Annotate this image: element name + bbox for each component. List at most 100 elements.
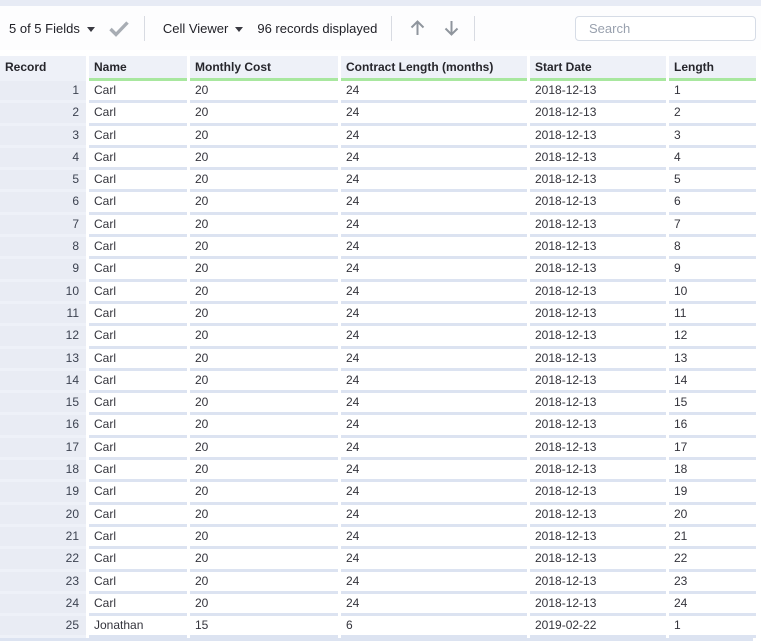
cell-viewer-dropdown[interactable]: Cell Viewer	[163, 21, 244, 36]
cell-monthly-cost[interactable]: 20	[190, 504, 338, 527]
cell-length[interactable]: 23	[669, 571, 756, 594]
cell-monthly-cost[interactable]: 20	[190, 593, 338, 617]
cell-name[interactable]: Carl	[89, 170, 187, 193]
cell-monthly-cost[interactable]: 15	[190, 616, 338, 639]
cell-start-date[interactable]: 2018-12-13	[530, 526, 666, 550]
column-header-length[interactable]: Length	[669, 56, 756, 81]
cell-start-date[interactable]: 2018-12-13	[530, 415, 666, 438]
cell-length[interactable]: 15	[669, 393, 756, 416]
column-header-record[interactable]: Record	[0, 56, 86, 81]
cell-monthly-cost[interactable]: 20	[190, 348, 338, 371]
scroll-up-button[interactable]	[409, 19, 426, 37]
cell-start-date[interactable]: 2018-12-13	[530, 326, 666, 349]
cell-monthly-cost[interactable]: 20	[190, 125, 338, 148]
cell-contract-length-months[interactable]: 24	[341, 281, 527, 304]
cell-contract-length-months[interactable]: 24	[341, 370, 527, 394]
cell-record[interactable]: 20	[0, 504, 86, 527]
cell-contract-length-months[interactable]: 6	[341, 616, 527, 639]
cell-monthly-cost[interactable]: 20	[190, 214, 338, 238]
cell-start-date[interactable]: 2018-12-13	[530, 348, 666, 371]
cell-length[interactable]: 7	[669, 214, 756, 238]
cell-monthly-cost[interactable]: 20	[190, 170, 338, 193]
cell-record[interactable]: 13	[0, 348, 86, 371]
cell-record[interactable]: 3	[0, 125, 86, 148]
cell-monthly-cost[interactable]: 20	[190, 526, 338, 550]
cell-length[interactable]: 12	[669, 326, 756, 349]
cell-monthly-cost[interactable]: 20	[190, 303, 338, 327]
search-box[interactable]	[575, 15, 761, 41]
cell-monthly-cost[interactable]: 20	[190, 81, 338, 104]
cell-monthly-cost[interactable]: 20	[190, 415, 338, 438]
cell-contract-length-months[interactable]: 24	[341, 103, 527, 126]
cell-length[interactable]: 18	[669, 460, 756, 483]
cell-contract-length-months[interactable]: 24	[341, 593, 527, 617]
cell-name[interactable]: Jonathan	[89, 616, 187, 639]
cell-contract-length-months[interactable]: 24	[341, 303, 527, 327]
cell-contract-length-months[interactable]: 24	[341, 81, 527, 104]
cell-start-date[interactable]: 2018-12-13	[530, 370, 666, 394]
cell-monthly-cost[interactable]: 20	[190, 549, 338, 572]
cell-start-date[interactable]: 2018-12-13	[530, 504, 666, 527]
cell-name[interactable]: Carl	[89, 437, 187, 461]
cell-contract-length-months[interactable]: 24	[341, 415, 527, 438]
cell-record[interactable]: 25	[0, 616, 86, 639]
cell-start-date[interactable]: 2018-12-13	[530, 303, 666, 327]
cell-length[interactable]: 1	[669, 616, 756, 639]
cell-length[interactable]: 16	[669, 415, 756, 438]
cell-length[interactable]: 20	[669, 504, 756, 527]
cell-name[interactable]: Carl	[89, 237, 187, 260]
cell-name[interactable]: Carl	[89, 125, 187, 148]
cell-contract-length-months[interactable]: 24	[341, 192, 527, 215]
cell-start-date[interactable]: 2018-12-13	[530, 192, 666, 215]
cell-length[interactable]: 24	[669, 593, 756, 617]
cell-start-date[interactable]: 2018-12-13	[530, 125, 666, 148]
cell-monthly-cost[interactable]: 20	[190, 437, 338, 461]
cell-start-date[interactable]: 2018-12-13	[530, 571, 666, 594]
cell-start-date[interactable]: 2018-12-13	[530, 170, 666, 193]
cell-contract-length-months[interactable]: 24	[341, 259, 527, 282]
cell-contract-length-months[interactable]: 24	[341, 214, 527, 238]
cell-name[interactable]: Carl	[89, 370, 187, 394]
cell-name[interactable]: Carl	[89, 504, 187, 527]
cell-length[interactable]: 13	[669, 348, 756, 371]
cell-record[interactable]: 24	[0, 593, 86, 617]
cell-length[interactable]: 1	[669, 81, 756, 104]
cell-record[interactable]: 21	[0, 526, 86, 550]
cell-start-date[interactable]: 2018-12-13	[530, 147, 666, 171]
cell-contract-length-months[interactable]: 24	[341, 526, 527, 550]
cell-name[interactable]: Carl	[89, 526, 187, 550]
cell-contract-length-months[interactable]: 24	[341, 348, 527, 371]
cell-record[interactable]: 18	[0, 460, 86, 483]
cell-record[interactable]: 15	[0, 393, 86, 416]
cell-name[interactable]: Carl	[89, 393, 187, 416]
cell-start-date[interactable]: 2018-12-13	[530, 259, 666, 282]
cell-length[interactable]: 17	[669, 437, 756, 461]
cell-start-date[interactable]: 2018-12-13	[530, 281, 666, 304]
cell-length[interactable]: 9	[669, 259, 756, 282]
cell-record[interactable]: 9	[0, 259, 86, 282]
cell-monthly-cost[interactable]: 20	[190, 482, 338, 505]
cell-record[interactable]: 14	[0, 370, 86, 394]
cell-record[interactable]: 1	[0, 81, 86, 104]
cell-start-date[interactable]: 2018-12-13	[530, 214, 666, 238]
cell-name[interactable]: Carl	[89, 593, 187, 617]
apply-check-button[interactable]	[108, 20, 130, 37]
cell-monthly-cost[interactable]: 20	[190, 103, 338, 126]
cell-record[interactable]: 7	[0, 214, 86, 238]
cell-name[interactable]: Carl	[89, 81, 187, 104]
cell-contract-length-months[interactable]: 24	[341, 460, 527, 483]
cell-monthly-cost[interactable]: 20	[190, 326, 338, 349]
cell-contract-length-months[interactable]: 24	[341, 125, 527, 148]
cell-contract-length-months[interactable]: 24	[341, 482, 527, 505]
cell-record[interactable]: 17	[0, 437, 86, 461]
cell-contract-length-months[interactable]: 24	[341, 170, 527, 193]
cell-name[interactable]: Carl	[89, 415, 187, 438]
cell-length[interactable]: 4	[669, 147, 756, 171]
cell-name[interactable]: Carl	[89, 348, 187, 371]
cell-monthly-cost[interactable]: 20	[190, 147, 338, 171]
cell-start-date[interactable]: 2018-12-13	[530, 237, 666, 260]
cell-record[interactable]: 22	[0, 549, 86, 572]
cell-length[interactable]: 5	[669, 170, 756, 193]
cell-name[interactable]: Carl	[89, 259, 187, 282]
cell-length[interactable]: 2	[669, 103, 756, 126]
